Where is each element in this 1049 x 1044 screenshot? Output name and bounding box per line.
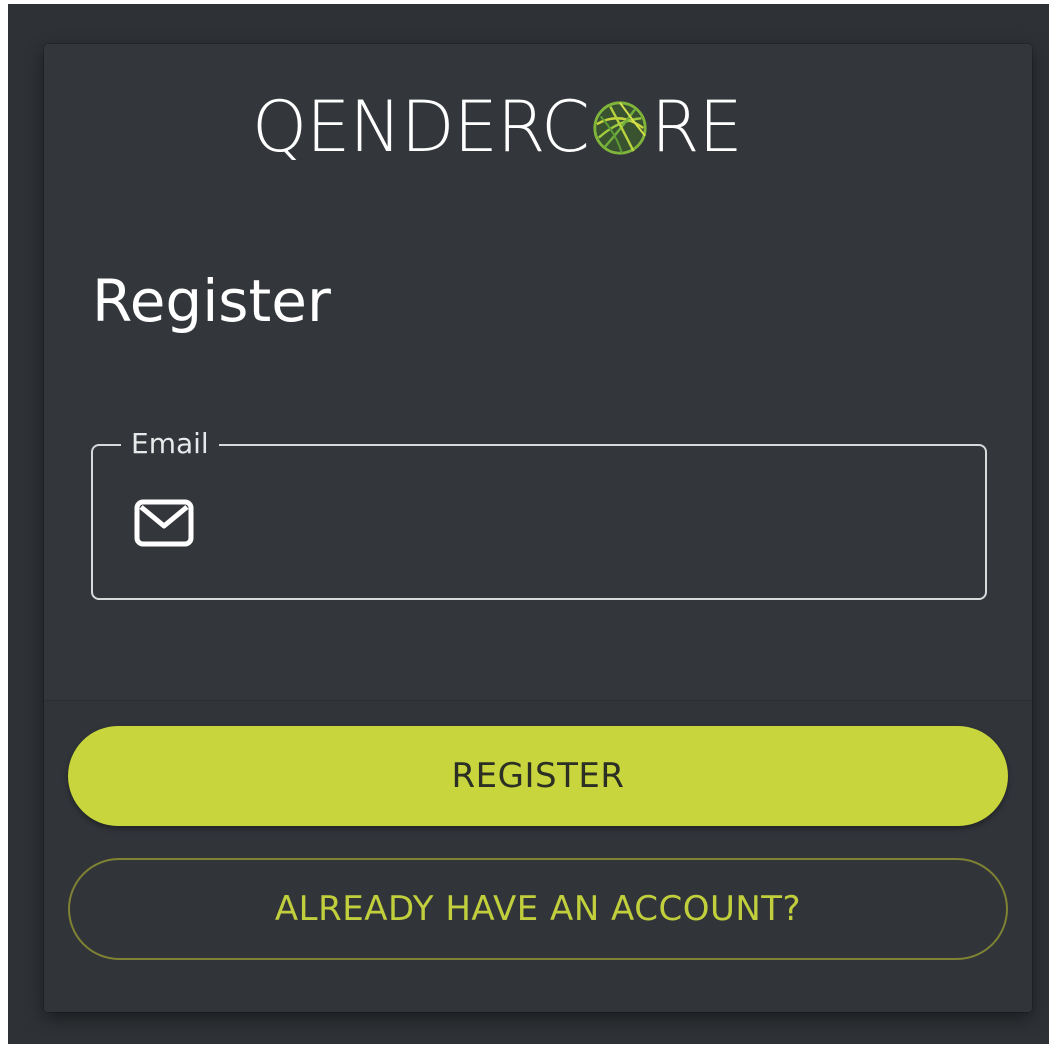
already-have-account-button[interactable]: ALREADY HAVE AN ACCOUNT?: [68, 858, 1008, 960]
brand-logo: QENDERC RE: [252, 82, 743, 172]
globe-icon: [593, 101, 647, 155]
email-field[interactable]: Email: [91, 424, 987, 600]
email-field-label: Email: [121, 424, 219, 464]
logo-text-prefix: QENDERC: [252, 86, 590, 168]
email-input[interactable]: [213, 486, 957, 560]
register-card: QENDERC RE Register Email REGISTER ALREA…: [44, 44, 1032, 1012]
register-button[interactable]: REGISTER: [68, 726, 1008, 826]
page-title: Register: [92, 267, 331, 335]
page-background: QENDERC RE Register Email REGISTER ALREA…: [8, 4, 1049, 1044]
logo-text-suffix: RE: [650, 86, 743, 168]
mail-icon: [134, 499, 194, 547]
